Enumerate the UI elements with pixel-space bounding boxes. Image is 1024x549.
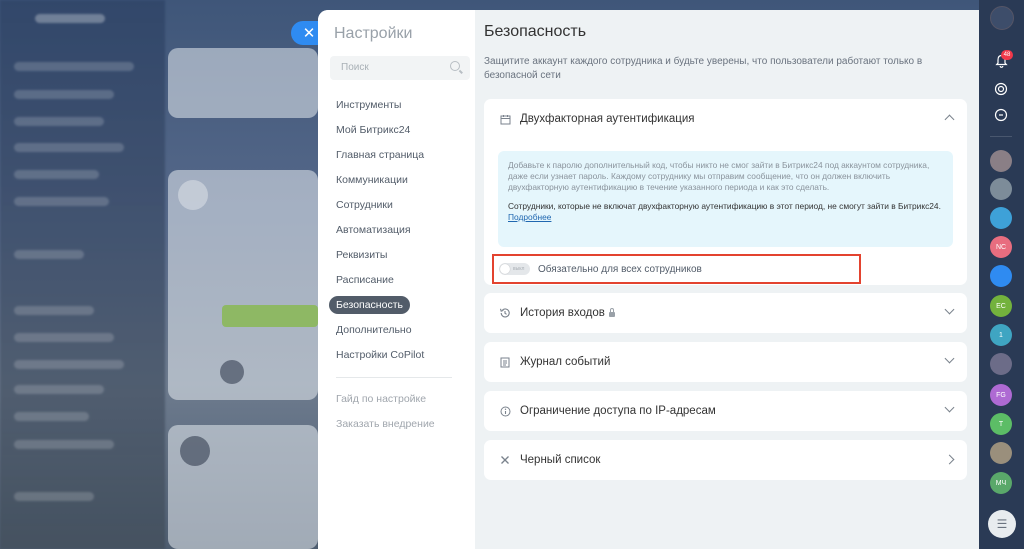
section-header-login-history[interactable]: История входов: [484, 293, 967, 333]
settings-panel: Настройки Поиск Инструменты Мой Битрикс2…: [318, 10, 979, 549]
chevron-down-icon: [944, 304, 955, 315]
section-title: История входов: [520, 307, 605, 319]
chat-avatar[interactable]: [990, 207, 1012, 229]
calendar-icon: [499, 113, 511, 125]
nav-item-setup-guide[interactable]: Гайд по настройке: [318, 386, 475, 411]
nav-item-automation[interactable]: Автоматизация: [318, 217, 475, 242]
section-two-factor: Двухфакторная аутентификация Добавьте к …: [484, 99, 967, 285]
chat-avatar[interactable]: 1: [990, 324, 1012, 346]
toggle-knob: [500, 264, 510, 274]
section-blacklist: Черный список: [484, 440, 967, 480]
page-description: Защитите аккаунт каждого сотрудника и бу…: [484, 56, 923, 81]
nav-list: Инструменты Мой Битрикс24 Главная страни…: [318, 92, 475, 436]
section-title: Журнал событий: [520, 356, 611, 368]
chat-avatar[interactable]: EC: [990, 295, 1012, 317]
mandatory-toggle[interactable]: выкл: [499, 263, 530, 275]
lock-icon: [608, 307, 615, 317]
chat-avatar[interactable]: [990, 442, 1012, 464]
two-factor-warning: Сотрудники, которые не включат двухфакто…: [508, 201, 941, 222]
chat-avatar[interactable]: [990, 265, 1012, 287]
section-header-two-factor[interactable]: Двухфакторная аутентификация: [484, 99, 967, 139]
section-event-journal: Журнал событий: [484, 342, 967, 382]
section-login-history: История входов: [484, 293, 967, 333]
background-button: [222, 305, 318, 327]
toggle-state: выкл: [513, 266, 525, 272]
two-factor-info-box: Добавьте к паролю дополнительный код, чт…: [498, 151, 953, 247]
nav-item-tools[interactable]: Инструменты: [318, 92, 475, 117]
page-title: Безопасность: [484, 23, 587, 40]
info-icon: [499, 405, 511, 417]
section-header-blacklist[interactable]: Черный список: [484, 440, 967, 480]
nav-item-copilot[interactable]: Настройки CoPilot: [318, 342, 475, 367]
more-link[interactable]: Подробнее: [508, 212, 551, 222]
close-icon: ✕: [302, 25, 316, 42]
journal-icon: [499, 356, 511, 368]
notification-badge: 48: [1001, 50, 1013, 60]
mandatory-toggle-row: выкл Обязательно для всех сотрудников: [492, 254, 861, 284]
right-sidebar: 48 NC EC 1 FG T МЧ ☰: [979, 0, 1024, 549]
chat-avatar[interactable]: [990, 178, 1012, 200]
history-icon: [499, 307, 511, 319]
chevron-right-icon: [944, 454, 955, 465]
chat-avatar[interactable]: T: [990, 413, 1012, 435]
nav-item-additional[interactable]: Дополнительно: [318, 317, 475, 342]
section-title: Ограничение доступа по IP-адресам: [520, 405, 716, 417]
nav-item-order-implementation[interactable]: Заказать внедрение: [318, 411, 475, 436]
mandatory-toggle-label: Обязательно для всех сотрудников: [538, 263, 702, 275]
search-chat-icon[interactable]: [992, 106, 1010, 124]
chat-avatar[interactable]: FG: [990, 384, 1012, 406]
rightbar-divider: [990, 136, 1012, 137]
section-title: Черный список: [520, 454, 601, 466]
nav-item-schedule[interactable]: Расписание: [318, 267, 475, 292]
chevron-up-icon: [944, 114, 955, 125]
chat-avatar[interactable]: NC: [990, 236, 1012, 258]
chevron-down-icon: [944, 353, 955, 364]
nav-item-communications[interactable]: Коммуникации: [318, 167, 475, 192]
search-placeholder: Поиск: [341, 62, 369, 73]
close-x-icon: [499, 454, 511, 466]
section-header-ip-restriction[interactable]: Ограничение доступа по IP-адресам: [484, 391, 967, 431]
nav-divider: [336, 377, 452, 378]
background-card: [168, 48, 318, 118]
chat-avatar[interactable]: [990, 353, 1012, 375]
user-avatar[interactable]: [990, 6, 1014, 30]
nav-item-my-bitrix24[interactable]: Мой Битрикс24: [318, 117, 475, 142]
background-sidebar: [0, 0, 165, 549]
settings-nav: Настройки Поиск Инструменты Мой Битрикс2…: [318, 10, 475, 549]
section-title: Двухфакторная аутентификация: [520, 113, 695, 125]
menu-icon[interactable]: ☰: [988, 510, 1016, 538]
nav-item-employees[interactable]: Сотрудники: [318, 192, 475, 217]
nav-item-main-page[interactable]: Главная страница: [318, 142, 475, 167]
chat-avatar[interactable]: [990, 150, 1012, 172]
nav-item-requisites[interactable]: Реквизиты: [318, 242, 475, 267]
search-icon: [450, 61, 460, 71]
section-ip-restriction: Ограничение доступа по IP-адресам: [484, 391, 967, 431]
chat-avatar[interactable]: МЧ: [990, 472, 1012, 494]
section-header-event-journal[interactable]: Журнал событий: [484, 342, 967, 382]
chevron-down-icon: [944, 402, 955, 413]
search-input[interactable]: Поиск: [330, 56, 470, 80]
copilot-icon[interactable]: [992, 80, 1010, 98]
nav-item-security[interactable]: Безопасность: [318, 292, 475, 317]
two-factor-info-text: Добавьте к паролю дополнительный код, чт…: [508, 160, 930, 192]
nav-title: Настройки: [334, 25, 413, 42]
